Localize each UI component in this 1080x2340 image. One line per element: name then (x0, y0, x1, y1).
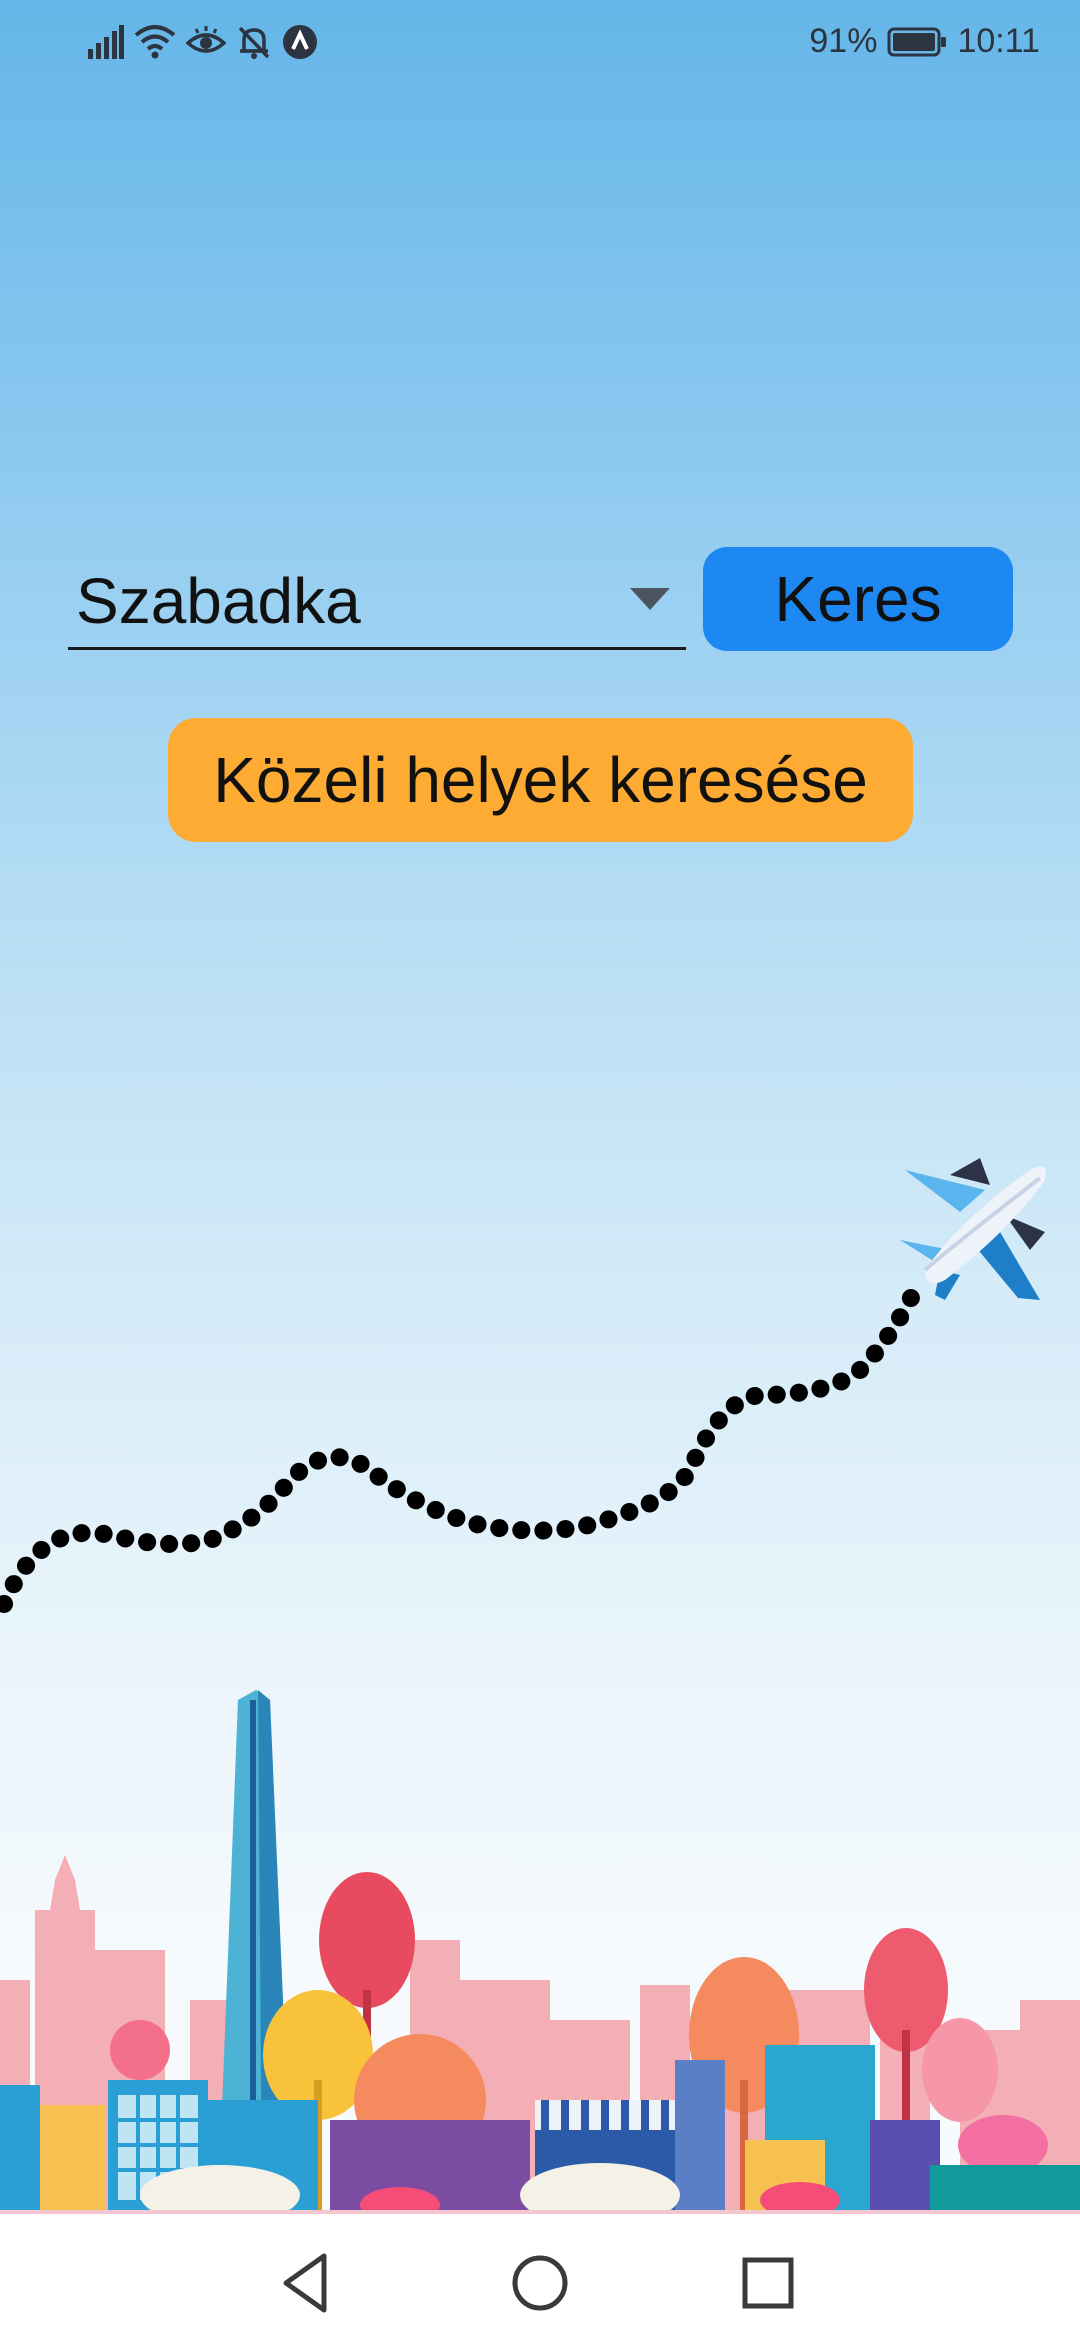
app-notification-icon (283, 25, 317, 59)
mute-bell-icon (238, 26, 270, 59)
battery-percent: 91% (809, 22, 878, 60)
battery-icon (887, 27, 947, 56)
search-button[interactable]: Keres (703, 547, 1013, 651)
recents-icon[interactable] (733, 2248, 803, 2318)
back-icon[interactable] (272, 2248, 342, 2318)
clock: 10:11 (957, 22, 1040, 60)
wifi-icon (134, 25, 176, 59)
status-bar: 91% 10:11 (0, 0, 1080, 90)
app-screen: 91% 10:11 Szabadka Keres Közeli helyek k… (0, 0, 1080, 2340)
airplane-icon (900, 1158, 1046, 1300)
nearby-places-button[interactable]: Közeli helyek keresése (168, 718, 913, 842)
status-icons-right: 91% 10:11 (809, 22, 1040, 61)
city-dropdown-value: Szabadka (76, 565, 361, 637)
signal-icon (88, 25, 124, 59)
navigation-bar (0, 2210, 1080, 2340)
status-icons-left (86, 24, 318, 60)
travel-illustration (0, 1158, 1080, 2210)
city-dropdown[interactable]: Szabadka (68, 550, 686, 650)
flight-path-dotted-line (0, 1281, 924, 1613)
eye-comfort-icon (186, 26, 226, 53)
home-icon[interactable] (505, 2248, 575, 2318)
chevron-down-icon (630, 588, 670, 610)
